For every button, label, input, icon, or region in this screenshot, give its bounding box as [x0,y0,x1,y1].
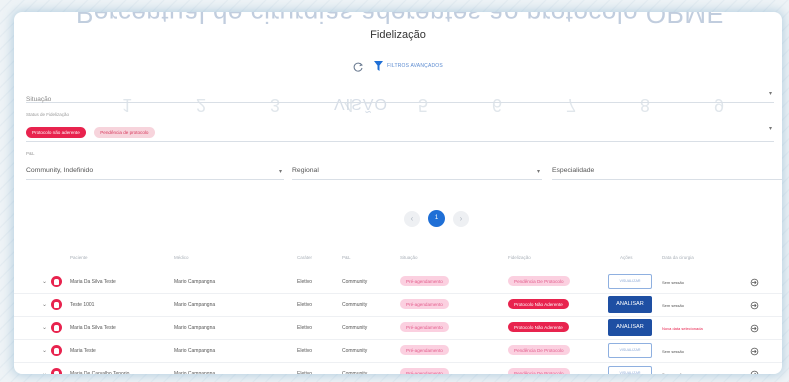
column-header-situacao: Situação [400,255,418,260]
situacao-select[interactable]: Situação ▾ [26,88,774,103]
toolbar: FILTROS AVANÇADOS [352,60,443,72]
fidelizacao-panel: Percentual de cirurgias aderentes ao pro… [14,12,782,374]
expand-chevron-icon[interactable]: ⌄ [42,370,47,374]
cell-carater: Eletivo [297,279,313,285]
cell-carater: Eletivo [297,348,313,354]
cell-pal: Community [342,325,368,331]
table-row[interactable]: ⌄ Maria Da Silva Teste Mario Campangna Elet… [14,272,782,294]
cell-medico: Mario Campangna [174,302,216,308]
fidelizacao-badge: Pendência De Protocolo [508,345,570,355]
expand-chevron-icon[interactable]: ⌄ [42,324,47,331]
background-watermark-title: Percentual de cirurgias aderentes ao pro… [76,12,725,29]
cell-data-cirurgia: Sem sessão [662,280,685,285]
cell-paciente: Maria Da Silva Teste [70,325,116,331]
advanced-filters-label: FILTROS AVANÇADOS [387,63,443,69]
row-action-button[interactable]: VISUALIZAR [608,274,652,289]
cell-carater: Eletivo [297,325,313,331]
situacao-badge: Pré-agendamento [400,322,449,332]
cell-medico: Mario Campangna [174,371,216,374]
especialidade-label: Especialidade [552,167,595,174]
expand-chevron-icon[interactable]: ⌄ [42,301,47,308]
cell-pal: Community [342,279,368,285]
situacao-label: Situação [26,96,52,103]
expand-chevron-icon[interactable]: ⌄ [42,347,47,354]
regional-select[interactable]: Regional ▾ [292,164,542,180]
cell-medico: Mario Campangna [174,348,216,354]
chevron-down-icon: ▾ [768,91,772,97]
fidelizacao-badge: Protocolo Não Aderente [508,299,569,309]
patient-alert-icon [51,299,62,310]
situacao-badge: Pré-agendamento [400,276,449,286]
regional-label: Regional [292,167,319,174]
open-detail-icon[interactable] [750,370,759,374]
pagination: ‹ 1 › [404,210,469,227]
status-fidelizacao-select[interactable]: Status de Fidelização Protocolo não ader… [26,112,774,142]
cell-data-cirurgia: Sem sessão [662,349,685,354]
pagination-page-button[interactable]: 1 [428,210,445,227]
table-header: Paciente Médico Caráter P&L Situação Fid… [14,255,782,265]
table-row[interactable]: ⌄ Maria Da Silva Teste Mario Campangna Elet… [14,318,782,340]
table-row[interactable]: ⌄ Maria Teste Mario Campangna Eletivo Commun… [14,341,782,363]
open-detail-icon[interactable] [750,301,759,310]
cell-medico: Mario Campangna [174,325,216,331]
situacao-badge: Pré-agendamento [400,345,449,355]
cell-paciente: Teste 1001 [70,302,95,308]
table-row[interactable]: ⌄ Teste 1001 Mario Campangna Eletivo Communi… [14,295,782,317]
column-header-acoes: Ações [620,255,633,260]
cell-pal: Community [342,371,368,374]
column-header-pal: P&L [342,255,351,260]
cell-carater: Eletivo [297,371,313,374]
situacao-badge: Pré-agendamento [400,368,449,374]
cell-medico: Mario Campangna [174,279,216,285]
cell-data-cirurgia: Nova data selecionada [662,326,703,331]
cell-paciente: Maria De Carvalho Tenorio [70,371,130,374]
fidelizacao-badge: Pendência De Protocolo [508,276,570,286]
row-action-button[interactable]: ANALISAR [608,319,652,336]
column-header-data-cirurgia: Data da cirurgia [662,255,694,260]
chevron-down-icon: ▾ [768,126,772,132]
fidelizacao-badge: Protocolo Não Aderente [508,322,569,332]
page-title: Fidelização [370,29,426,41]
column-header-medico: Médico [174,255,189,260]
column-header-fidelizacao: Fidelização [508,255,531,260]
cell-pal: Community [342,348,368,354]
cell-paciente: Maria Teste [70,348,96,354]
chevron-down-icon: ▾ [278,169,282,175]
column-header-paciente: Paciente [70,255,88,260]
especialidade-select[interactable]: Especialidade ▾ [552,164,782,180]
chevron-down-icon: ▾ [536,169,540,175]
filter-selects-row: Community, Indefinido ▾ Regional ▾ Espec… [26,164,782,180]
pagination-next-button[interactable]: › [453,210,469,227]
cell-pal: Community [342,302,368,308]
situacao-badge: Pré-agendamento [400,299,449,309]
status-fidelizacao-label: Status de Fidelização [26,112,70,117]
status-chip-pendencia-protocolo[interactable]: Pendência de protocolo [94,127,155,138]
open-detail-icon[interactable] [750,347,759,356]
refresh-icon[interactable] [352,60,364,72]
fidelizacao-badge: Pendência De Protocolo [508,368,570,374]
cell-carater: Eletivo [297,302,313,308]
pal-label: P&L [26,151,35,156]
table-row[interactable]: ⌄ Maria De Carvalho Tenorio Mario Campangn… [14,364,782,374]
open-detail-icon[interactable] [750,278,759,287]
cell-paciente: Maria Da Silva Teste [70,279,116,285]
cell-data-cirurgia: Sem sessão [662,372,684,374]
cell-data-cirurgia: Sem sessão [662,303,685,308]
pal-select[interactable]: Community, Indefinido ▾ [26,164,284,180]
status-chip-protocolo-nao-aderente[interactable]: Protocolo não aderente [26,127,86,138]
pal-value: Community, Indefinido [26,167,94,174]
column-header-carater: Caráter [297,255,313,260]
patient-alert-icon [51,276,62,287]
row-action-button[interactable]: VISUALIZAR [608,343,652,358]
patient-alert-icon [51,322,62,333]
advanced-filters-button[interactable]: FILTROS AVANÇADOS [374,61,443,71]
filter-icon [374,61,383,71]
open-detail-icon[interactable] [750,324,759,333]
pagination-prev-button[interactable]: ‹ [404,210,420,227]
row-action-button[interactable]: VISUALIZAR [608,366,652,374]
patient-alert-icon [51,368,62,374]
patient-alert-icon [51,345,62,356]
row-action-button[interactable]: ANALISAR [608,296,652,313]
expand-chevron-icon[interactable]: ⌄ [42,278,47,285]
